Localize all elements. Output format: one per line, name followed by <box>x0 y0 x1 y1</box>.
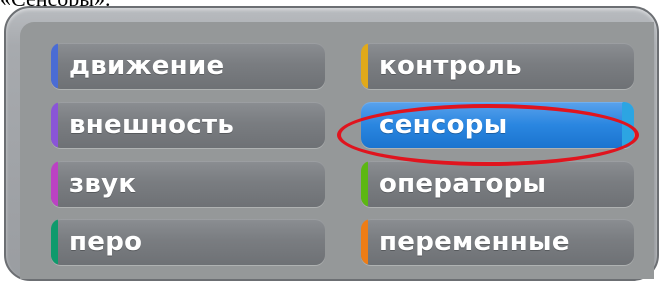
category-button-variables[interactable]: переменные <box>361 219 634 265</box>
category-button-looks[interactable]: внешность <box>51 102 325 148</box>
category-label: движение <box>69 51 225 81</box>
category-color-stripe <box>51 219 58 265</box>
category-label: контроль <box>379 51 522 81</box>
category-color-stripe <box>361 43 368 89</box>
category-button-control[interactable]: контроль <box>361 43 634 89</box>
category-button-sound[interactable]: звук <box>51 161 325 207</box>
category-button-pen[interactable]: перо <box>51 219 325 265</box>
category-label: звук <box>69 169 137 199</box>
category-button-sensing[interactable]: сенсоры <box>361 102 634 148</box>
category-label: перо <box>69 227 143 257</box>
category-label: переменные <box>379 227 570 257</box>
category-color-stripe <box>361 161 368 207</box>
category-color-stripe <box>51 102 58 148</box>
category-color-stripe <box>361 219 368 265</box>
category-color-stripe <box>622 102 634 148</box>
category-label: операторы <box>379 169 547 199</box>
category-label: внешность <box>69 110 235 140</box>
category-color-stripe <box>51 161 58 207</box>
category-label: сенсоры <box>379 110 508 140</box>
category-color-stripe <box>51 43 58 89</box>
category-palette: движение контроль внешность сенсоры звук… <box>4 6 659 281</box>
category-button-operators[interactable]: операторы <box>361 161 634 207</box>
category-button-motion[interactable]: движение <box>51 43 325 89</box>
